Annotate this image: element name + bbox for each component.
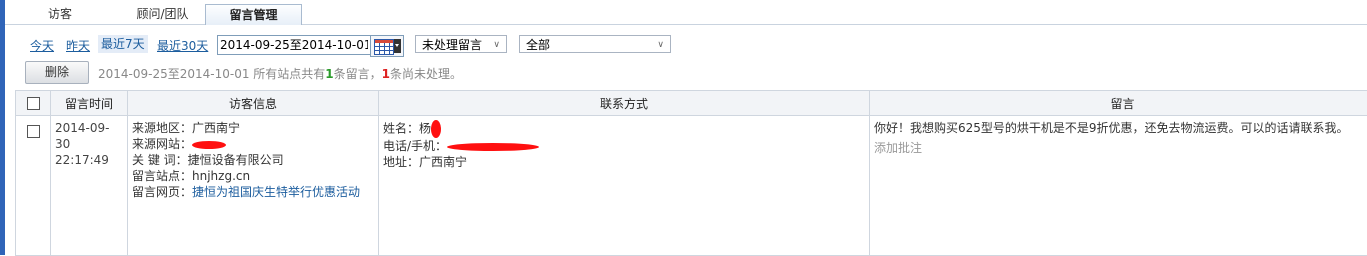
date-range-input[interactable] [217,35,371,55]
date-link-last-7-days[interactable]: 最近7天 [98,35,148,53]
column-header-message: 留言 [870,91,1367,116]
source-site-label: 来源网站： [132,137,192,151]
column-header-visitor-info: 访客信息 [128,91,379,116]
dropdown-arrow-icon [394,39,401,53]
select-all-checkbox[interactable] [27,97,40,110]
summary-range: 2014-09-25至2014-10-01 所有站点共有 [98,67,325,81]
summary-text: 2014-09-25至2014-10-01 所有站点共有1条留言，1条尚未处理。 [98,65,462,82]
summary-post: 条尚未处理。 [390,67,462,81]
tab-consultants-teams[interactable]: 顾问/团队 [120,5,205,24]
status-filter-select[interactable]: 未处理留言 ∨ [415,35,507,53]
contact-cell: 姓名：杨 电话/手机： 地址：广西南宁 [379,116,870,256]
row-select-cell [16,116,51,256]
message-date: 2014-09-30 [55,120,123,152]
date-link-today[interactable]: 今天 [30,37,54,54]
page-label: 留言网页： [132,185,192,199]
summary-mid: 条留言， [334,67,382,81]
tab-message-management[interactable]: 留言管理 [205,4,302,25]
status-filter-value: 未处理留言 [422,38,482,52]
contact-phone-label: 电话/手机： [383,139,447,153]
message-table: 留言时间 访客信息 联系方式 留言 2014-09-30 22:17:49 来源… [15,90,1367,256]
chevron-down-icon: ∨ [657,36,664,54]
row-checkbox[interactable] [27,125,40,138]
visitor-region: 来源地区：广西南宁 [132,120,374,136]
calendar-icon [374,39,394,55]
calendar-picker-button[interactable] [370,35,404,57]
tab-bar: 访客 顾问/团队 留言管理 [5,0,1367,25]
visitor-keyword: 关 键 词：捷恒设备有限公司 [132,152,374,168]
redaction-mark [447,143,539,151]
pending-count: 1 [382,67,390,81]
redaction-mark [431,120,441,138]
message-text: 你好！我想购买625型号的烘干机是不是9折优惠，还免去物流运费。可以的话请联系我… [874,120,1367,136]
chevron-down-icon: ∨ [493,36,500,54]
table-header-row: 留言时间 访客信息 联系方式 留言 [16,91,1367,116]
contact-name: 姓名：杨 [383,120,865,138]
left-accent-bar [0,0,5,255]
date-link-last-30-days[interactable]: 最近30天 [157,37,208,54]
visitor-info-cell: 来源地区：广西南宁 来源网站： 关 键 词：捷恒设备有限公司 留言站点：hnjh… [128,116,379,256]
column-header-time: 留言时间 [51,91,128,116]
message-cell: 你好！我想购买625型号的烘干机是不是9折优惠，还免去物流运费。可以的话请联系我… [870,116,1367,256]
site-filter-value: 全部 [526,38,550,52]
tab-visitors[interactable]: 访客 [30,5,90,24]
time-cell: 2014-09-30 22:17:49 [51,116,128,256]
message-time: 22:17:49 [55,152,123,168]
site-filter-select[interactable]: 全部 ∨ [519,35,671,53]
contact-phone: 电话/手机： [383,138,865,154]
table-row: 2014-09-30 22:17:49 来源地区：广西南宁 来源网站： 关 键 … [16,116,1367,256]
select-all-cell [16,91,51,116]
add-note-link[interactable]: 添加批注 [874,140,1367,156]
landing-page-link[interactable]: 捷恒为祖国庆生特举行优惠活动 [192,185,360,199]
date-link-yesterday[interactable]: 昨天 [66,37,90,54]
total-count: 1 [325,67,333,81]
delete-button[interactable]: 删除 [25,61,89,84]
contact-address: 地址：广西南宁 [383,154,865,170]
column-header-contact: 联系方式 [379,91,870,116]
redaction-mark [192,141,226,149]
contact-name-label: 姓名：杨 [383,122,431,136]
visitor-page: 留言网页：捷恒为祖国庆生特举行优惠活动 [132,184,374,200]
visitor-station: 留言站点：hnjhzg.cn [132,168,374,184]
visitor-source-site: 来源网站： [132,136,374,152]
